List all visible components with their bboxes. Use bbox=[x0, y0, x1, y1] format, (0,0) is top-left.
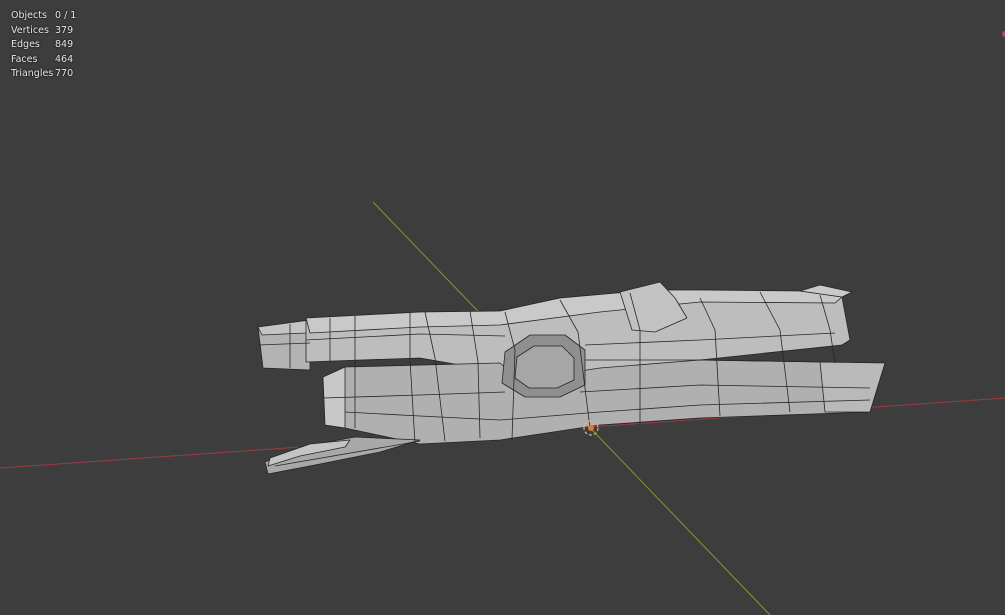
stat-row-vertices: Vertices 379 bbox=[11, 24, 76, 39]
stat-value: 0 / 1 bbox=[55, 10, 77, 21]
stat-label: Vertices bbox=[11, 24, 49, 36]
stat-row-edges: Edges 849 bbox=[11, 38, 76, 53]
stat-label: Faces bbox=[11, 53, 38, 65]
stat-row-faces: Faces 464 bbox=[11, 53, 76, 68]
stat-value: 379 bbox=[55, 24, 74, 36]
stat-label: Objects bbox=[11, 10, 47, 21]
mesh-object[interactable] bbox=[257, 281, 886, 475]
stat-row-objects: Objects 0 / 1 bbox=[11, 9, 76, 24]
stat-label: Triangles bbox=[11, 68, 54, 80]
stat-value: 464 bbox=[55, 53, 74, 65]
3d-viewport[interactable]: Objects 0 / 1 Vertices 379 Edges 849 Fac… bbox=[0, 0, 1005, 615]
stat-label: Edges bbox=[11, 39, 40, 51]
stat-row-triangles: Triangles 770 bbox=[11, 67, 76, 82]
stat-value: 849 bbox=[55, 39, 74, 51]
scene-statistics-overlay: Objects 0 / 1 Vertices 379 Edges 849 Fac… bbox=[11, 9, 76, 82]
scene-canvas[interactable] bbox=[0, 0, 1005, 615]
stat-value: 770 bbox=[55, 68, 74, 80]
